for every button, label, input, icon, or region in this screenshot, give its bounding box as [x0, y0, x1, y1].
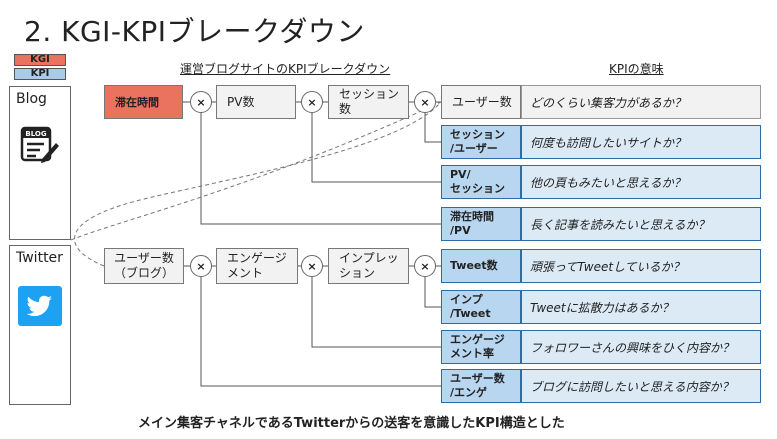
twitter-kpi-0-desc: 頑張ってTweetしているか？: [521, 249, 761, 283]
node-engagement: エンゲージ メント: [216, 248, 298, 284]
blog-kpi-2-label: PV/ セッション: [441, 165, 521, 199]
twitter-kpi-2-label: エンゲージ メント率: [441, 330, 521, 364]
twitter-kpi-1-label: インプ /Tweet: [441, 290, 521, 324]
multiply-operator: ×: [190, 91, 212, 113]
twitter-kpi-3-desc: ブログに訪問したいと思える内容か？: [521, 369, 761, 403]
multiply-operator: ×: [414, 255, 436, 277]
multiply-operator: ×: [301, 255, 323, 277]
twitter-kpi-3-label: ユーザー数 /エンゲ: [441, 369, 521, 403]
node-stay-time: 滞在時間: [104, 85, 183, 119]
twitter-kpi-0-label: Tweet数: [441, 249, 521, 283]
blog-kpi-1-label: セッション /ユーザー: [441, 125, 521, 159]
blog-kpi-0-label: ユーザー数: [441, 85, 521, 119]
twitter-kpi-1-desc: Tweetに拡散力はあるか？: [521, 290, 761, 324]
multiply-operator: ×: [190, 255, 212, 277]
node-users-blog: ユーザー数 （ブログ）: [104, 248, 184, 284]
multiply-operator: ×: [414, 91, 436, 113]
blog-kpi-1-desc: 何度も訪問したいサイトか？: [521, 125, 761, 159]
blog-kpi-0-desc: どのくらい集客力があるか？: [521, 85, 761, 119]
twitter-kpi-2-desc: フォロワーさんの興味をひく内容か？: [521, 330, 761, 364]
node-impression: インプレッ ション: [328, 248, 409, 284]
blog-kpi-3-label: 滞在時間 /PV: [441, 207, 521, 241]
node-pv: PV数: [216, 85, 296, 119]
blog-kpi-2-desc: 他の頁もみたいと思えるか？: [521, 165, 761, 199]
blog-kpi-3-desc: 長く記事を読みたいと思えるか？: [521, 207, 761, 241]
multiply-operator: ×: [301, 91, 323, 113]
node-session: セッション 数: [328, 85, 409, 119]
footer-caption: メイン集客チャネルであるTwitterからの送客を意識したKPI構造とした: [138, 416, 565, 431]
